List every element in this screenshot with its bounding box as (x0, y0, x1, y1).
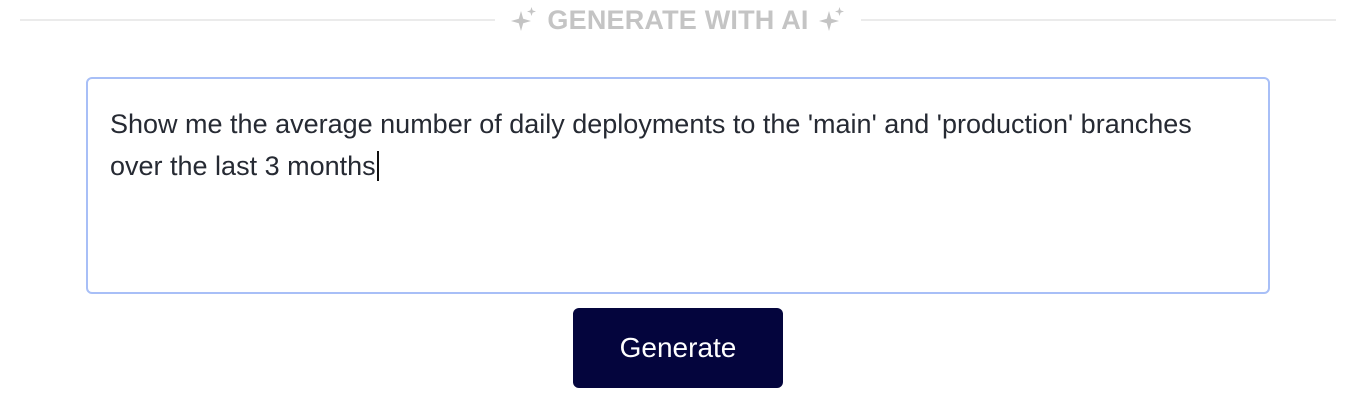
prompt-text: Show me the average number of daily depl… (110, 109, 1192, 181)
generate-button-label: Generate (619, 332, 737, 363)
section-heading-label: GENERATE WITH AI (547, 4, 809, 35)
section-heading: GENERATE WITH AI (495, 5, 860, 36)
generate-with-ai-divider: GENERATE WITH AI (20, 0, 1337, 40)
divider-line-right (860, 19, 1337, 21)
text-caret (376, 151, 379, 181)
divider-line-left (20, 19, 496, 21)
sparkle-icon (817, 5, 847, 35)
sparkle-icon (509, 5, 539, 35)
prompt-textarea[interactable]: Show me the average number of daily depl… (86, 77, 1270, 294)
generate-button[interactable]: Generate (573, 308, 783, 388)
prompt-text-content: Show me the average number of daily depl… (110, 103, 1246, 187)
